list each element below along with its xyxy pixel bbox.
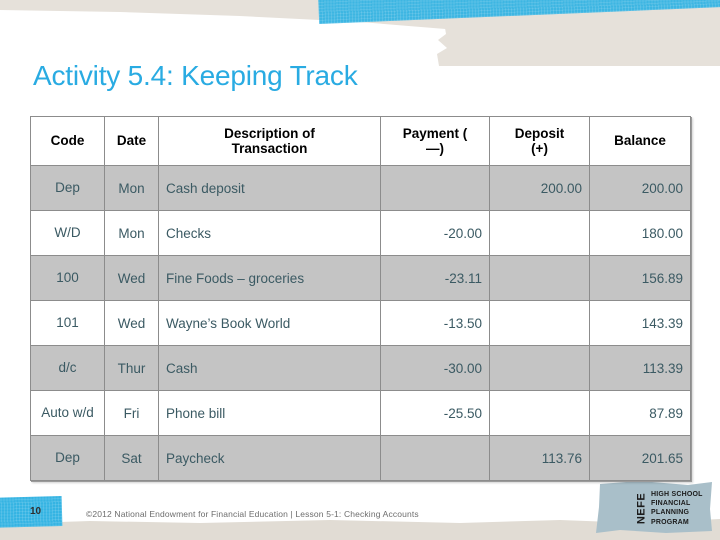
cell-date: Wed [104,255,159,301]
table-row: d/c Thur Cash -30.00 113.39 [30,345,691,391]
cell-description: Wayne’s Book World [158,300,381,346]
column-header-deposit: Deposit (+) [489,116,590,166]
cell-deposit [489,300,590,346]
nefe-logo: NEFE HIGH SCHOOL FINANCIAL PLANNING PROG… [636,490,703,527]
cell-code: Dep [30,435,105,481]
table-row: Auto w/d Fri Phone bill -25.50 87.89 [30,390,691,436]
cell-description: Phone bill [158,390,381,436]
nefe-wordmark: NEFE [635,492,648,525]
cell-balance: 113.39 [589,345,691,391]
cell-code: Dep [30,165,105,211]
column-header-deposit-line2: (+) [531,141,548,156]
cell-code: d/c [30,345,105,391]
blue-tape-top [318,0,720,24]
cell-date: Fri [104,390,159,436]
cell-deposit [489,345,590,391]
cell-description: Cash deposit [158,165,381,211]
cell-deposit [489,390,590,436]
table-row: 101 Wed Wayne’s Book World -13.50 143.39 [30,300,691,346]
torn-paper-white-left [0,12,441,62]
cell-payment: -30.00 [380,345,490,391]
page-number: 10 [30,506,42,517]
cell-balance: 87.89 [589,390,691,436]
beige-paper-strip-top [0,0,720,60]
cell-code: W/D [30,210,105,256]
column-header-balance: Balance [589,116,691,166]
cell-code: 100 [30,255,105,301]
cell-payment: -23.11 [380,255,490,301]
table-row: 100 Wed Fine Foods – groceries -23.11 156.89 [30,255,691,301]
cell-deposit: 113.76 [489,435,590,481]
cell-date: Mon [104,210,159,256]
column-header-description: Description of Transaction [158,116,381,166]
cell-balance: 156.89 [589,255,691,301]
cell-description: Cash [158,345,381,391]
cell-date: Wed [104,300,159,346]
column-header-code: Code [30,116,105,166]
footer-credit: ©2012 National Endowment for Financial E… [86,509,419,519]
cell-balance: 180.00 [589,210,691,256]
cell-deposit [489,210,590,256]
cell-payment: -13.50 [380,300,490,346]
cell-deposit: 200.00 [489,165,590,211]
cell-payment: -25.50 [380,390,490,436]
cell-payment [380,435,490,481]
cell-date: Sat [104,435,159,481]
table-row: Dep Mon Cash deposit 200.00 200.00 [30,165,691,211]
nefe-program-name: HIGH SCHOOL FINANCIAL PLANNING PROGRAM [651,490,703,527]
column-header-deposit-line1: Deposit [514,125,565,141]
cell-code: 101 [30,300,105,346]
column-header-description-line2: Transaction [231,141,308,156]
cell-balance: 201.65 [589,435,691,481]
nefe-line-4: PROGRAM [651,518,689,526]
column-header-payment-line1: Payment ( [402,125,468,141]
table-header: Code Date Description of Transaction Pay… [30,116,691,166]
torn-paper-beige-right [437,26,720,66]
cell-date: Mon [104,165,159,211]
cell-code: Auto w/d [30,390,105,436]
transaction-ledger-table: Code Date Description of Transaction Pay… [30,116,691,481]
cell-payment: -20.00 [380,210,490,256]
cell-description: Checks [158,210,381,256]
cell-balance: 143.39 [589,300,691,346]
nefe-line-1: HIGH SCHOOL [651,491,703,498]
nefe-line-3: PLANNING [651,509,690,517]
cell-description: Paycheck [158,435,381,481]
page-title: Activity 5.4: Keeping Track [33,60,358,91]
column-header-date: Date [104,116,159,166]
table-body: Dep Mon Cash deposit 200.00 200.00 W/D Mon Chec… [30,165,691,481]
column-header-payment: Payment ( —) [380,116,490,166]
table-row: W/D Mon Checks -20.00 180.00 [30,210,691,256]
table-row: Dep Sat Paycheck 113.76 201.65 [30,435,691,481]
cell-payment [380,165,490,211]
cell-description: Fine Foods – groceries [158,255,381,301]
column-header-payment-line2: —) [426,141,444,156]
cell-date: Thur [104,345,159,391]
cell-balance: 200.00 [589,165,691,211]
table-header-row: Code Date Description of Transaction Pay… [30,116,691,166]
cell-deposit [489,255,590,301]
nefe-line-2: FINANCIAL [651,500,691,508]
column-header-description-line1: Description of [224,125,315,141]
